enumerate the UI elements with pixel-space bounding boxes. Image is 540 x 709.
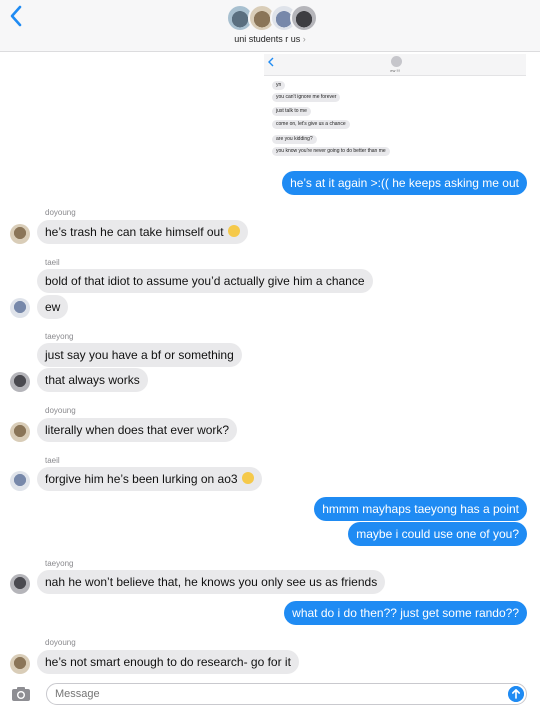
incoming-message[interactable]: that always works: [37, 368, 148, 392]
avatar-doyoung[interactable]: [10, 654, 30, 674]
embedded-message: just talk to me: [272, 107, 311, 116]
embedded-avatar: [391, 56, 402, 67]
message-input[interactable]: [46, 683, 527, 705]
embedded-message: you know you're never going to do better…: [272, 147, 390, 156]
group-avatar-4: [290, 4, 318, 32]
grimace-emoji-icon: [241, 472, 254, 484]
embedded-contact-name: ew !!!: [390, 68, 400, 73]
incoming-message[interactable]: ew: [37, 295, 69, 319]
embedded-header: ew !!!: [264, 54, 526, 76]
outgoing-message[interactable]: he’s at it again >:(( he keeps asking me…: [282, 171, 527, 195]
sender-name: doyoung: [45, 208, 76, 217]
sender-name: doyoung: [45, 638, 76, 647]
send-arrow-icon[interactable]: [508, 686, 524, 702]
group-avatars[interactable]: [226, 4, 318, 32]
sender-name: taeyong: [45, 332, 74, 341]
sender-name: doyoung: [45, 406, 76, 415]
incoming-message[interactable]: forgive him he’s been lurking on ao3: [37, 467, 262, 491]
outgoing-message[interactable]: hmmm mayhaps taeyong has a point: [314, 497, 527, 521]
avatar-doyoung[interactable]: [10, 224, 30, 244]
avatar-doyoung[interactable]: [10, 422, 30, 442]
sender-name: taeil: [45, 258, 60, 267]
incoming-message[interactable]: he’s trash he can take himself out: [37, 220, 248, 244]
embedded-message: come on, let's give us a chance: [272, 120, 350, 129]
embedded-message: yn: [272, 81, 286, 90]
conversation-header: uni students r us ›: [0, 0, 540, 52]
avatar-taeil[interactable]: [10, 471, 30, 491]
group-name[interactable]: uni students r us ›: [0, 34, 540, 44]
incoming-message[interactable]: literally when does that ever work?: [37, 418, 238, 442]
avatar-taeil[interactable]: [10, 298, 30, 318]
incoming-message[interactable]: he’s not smart enough to do research- go…: [37, 650, 299, 674]
embedded-screenshot: ew !!! yn you can't ignore me forever ju…: [264, 54, 526, 164]
camera-icon[interactable]: [11, 686, 31, 702]
embedded-back-icon: [268, 57, 274, 67]
embedded-message: you can't ignore me forever: [272, 93, 341, 102]
outgoing-message[interactable]: maybe i could use one of you?: [348, 522, 527, 546]
sender-name: taeyong: [45, 559, 74, 568]
outgoing-message[interactable]: what do i do then?? just get some rando?…: [284, 601, 527, 625]
sender-name: taeil: [45, 456, 60, 465]
back-chevron-icon[interactable]: [8, 4, 24, 28]
compose-bar: [0, 680, 540, 709]
incoming-message[interactable]: nah he won’t believe that, he knows you …: [37, 570, 386, 594]
crying-laughing-emoji-icon: [227, 225, 240, 237]
avatar-taeyong[interactable]: [10, 574, 30, 594]
chevron-right-icon: ›: [302, 34, 306, 44]
incoming-message[interactable]: bold of that idiot to assume you’d actua…: [37, 269, 373, 293]
incoming-message[interactable]: just say you have a bf or something: [37, 343, 242, 367]
avatar-taeyong[interactable]: [10, 372, 30, 392]
embedded-message: are you kidding?: [272, 135, 317, 144]
